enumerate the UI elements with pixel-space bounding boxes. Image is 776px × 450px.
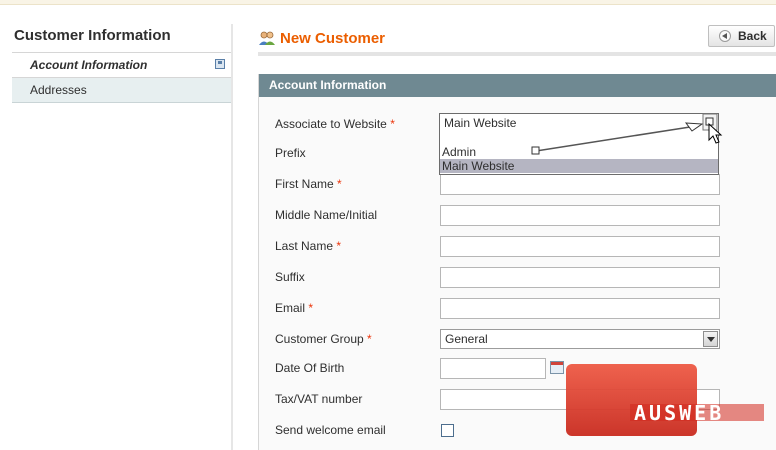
watermark-text: AUSWEB: [634, 401, 725, 425]
callout-arrow-icon: [531, 122, 704, 155]
watermark-logo: [566, 364, 697, 436]
